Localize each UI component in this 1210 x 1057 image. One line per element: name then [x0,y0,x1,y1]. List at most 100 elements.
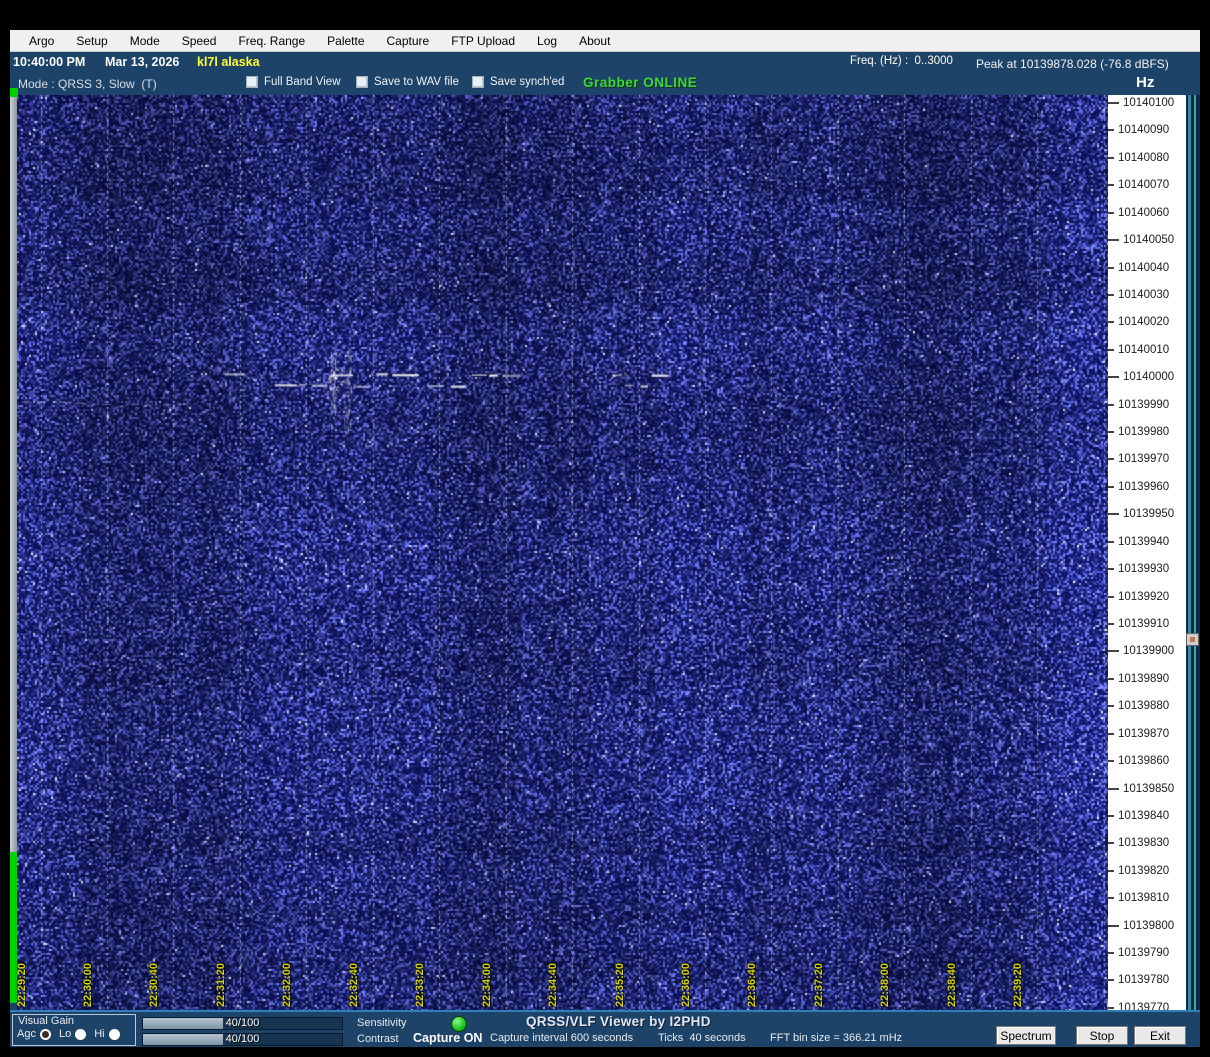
freq-tick-label: 10139940 [1118,535,1170,548]
freq-scale-row: 10139940 [1108,535,1186,549]
contrast-label: Contrast [357,1033,399,1045]
waterfall-wrap: 22:29:20 22:30:00 22:30:40 22:31:20 22:32:00… [15,95,1108,1010]
contrast-value: 40/100 [225,1033,260,1045]
freq-tick-label: 10139790 [1118,947,1170,960]
level-indicator-idle [10,97,17,852]
freq-tick-mark [1108,184,1114,187]
freq-scale-row: 10140090 [1108,123,1186,137]
spectrum-button[interactable]: Spectrum [996,1026,1056,1045]
freq-tick-label: 10139880 [1118,700,1170,713]
frequency-slider-track[interactable] [1186,95,1200,1010]
freq-tick-label: 10140030 [1118,288,1170,301]
stop-button[interactable]: Stop [1076,1026,1128,1045]
freq-scale-row: 10139800 [1108,919,1186,933]
radio-hi[interactable] [108,1028,120,1040]
time-tick-label: 22:38:00 [879,962,892,1007]
time-tick-label: 22:37:20 [812,962,825,1007]
time-tick-label: 22:32:00 [281,962,294,1007]
app-title: QRSS/VLF Viewer by I2PHD [526,1014,711,1029]
scanline-marker [10,88,18,97]
freq-tick-label: 10139890 [1118,672,1170,685]
freq-tick-mark [1108,897,1114,900]
freq-tick-label: 10140040 [1118,261,1170,274]
menu-item-argo[interactable]: Argo [18,32,65,50]
radio-lo[interactable] [75,1028,87,1040]
freq-tick-label: 10139990 [1118,398,1170,411]
date-readout: Mar 13, 2026 [105,55,180,69]
menu-item-palette[interactable]: Palette [316,32,375,50]
checkbox-full-band-view[interactable] [246,76,258,88]
freq-tick-label: 10139870 [1118,727,1170,740]
waterfall-display[interactable] [17,95,1108,1010]
freq-scale-row: 10139950 [1108,507,1186,521]
sensitivity-slider[interactable]: 40/100 [142,1017,343,1030]
freq-scale-row: 10139890 [1108,672,1186,686]
checkbox-group-item: Save to WAV file [356,76,459,88]
checkbox-label: Full Band View [264,76,341,88]
menu-item-freq-range[interactable]: Freq. Range [227,32,316,50]
freq-scale-row: 10139880 [1108,699,1186,713]
freq-tick-mark [1108,732,1114,735]
time-tick-label: 22:30:00 [81,962,94,1007]
freq-tick-mark [1108,924,1119,927]
freq-tick-label: 10140070 [1118,179,1170,192]
menu-item-setup[interactable]: Setup [65,32,118,50]
time-tick-label: 22:34:40 [547,962,560,1007]
grabber-status: Grabber ONLINE [583,75,698,90]
freq-tick-label: 10139850 [1123,782,1175,795]
argo-window: Argo Setup Mode Speed Freq. Range Palette Capt… [10,30,1200,1047]
freq-tick-mark [1108,211,1114,214]
freq-tick-mark [1108,376,1119,379]
visual-gain-groupbox: Visual Gain Agc Lo Hi [12,1014,136,1046]
level-indicator-bar [10,95,17,1010]
radio-label-lo: Lo [58,1028,72,1040]
menu-bar: Argo Setup Mode Speed Freq. Range Palette Capt… [10,30,1200,52]
checkbox-label: Save synch'ed [490,76,565,88]
freq-scale-row: 10140070 [1108,178,1186,192]
time-tick-label: 22:30:40 [148,962,161,1007]
frequency-slider-thumb[interactable] [1186,633,1199,646]
freq-scale-row: 10140030 [1108,288,1186,302]
checkbox-group-item: Full Band View [246,76,341,88]
freq-tick-mark [1108,595,1114,598]
freq-scale-row: 10139860 [1108,754,1186,768]
radio-agc[interactable] [39,1028,51,1040]
freq-scale-row: 10140000 [1108,370,1186,384]
time-tick-label: 22:29:20 [15,962,28,1007]
mode-label: Mode : QRSS 3, Slow (T) [18,77,157,91]
freq-tick-mark [1108,1006,1114,1009]
contrast-slider[interactable]: 40/100 [142,1033,343,1046]
peak-readout: Peak at 10139878.028 (-76.8 dBFS) [976,57,1169,71]
mode-row: Mode : QRSS 3, Slow (T) Full Band View Sa… [10,72,1200,95]
title-row: 10:40:00 PM Mar 13, 2026 kl7l alaska Fre… [10,52,1200,72]
menu-item-about[interactable]: About [568,32,621,50]
freq-tick-label: 10139840 [1118,809,1170,822]
freq-scale-row: 10139900 [1108,644,1186,658]
exit-button[interactable]: Exit [1134,1026,1186,1045]
main-area: 22:29:20 22:30:00 22:30:40 22:31:20 22:32:00… [10,95,1200,1010]
freq-scale-row: 10140040 [1108,261,1186,275]
menu-item-ftp-upload[interactable]: FTP Upload [440,32,526,50]
time-tick-label: 22:36:40 [746,962,759,1007]
time-tick-label: 22:35:20 [613,962,626,1007]
freq-tick-mark [1108,403,1114,406]
freq-tick-mark [1108,458,1114,461]
menu-item-log[interactable]: Log [526,32,568,50]
menu-item-mode[interactable]: Mode [119,32,171,50]
freq-tick-mark [1108,952,1114,955]
fft-bin-label: FFT bin size = 366.21 mHz [770,1032,903,1044]
freq-scale-row: 10139930 [1108,562,1186,576]
capture-interval-label: Capture interval 600 seconds [490,1032,634,1044]
freq-tick-mark [1108,540,1114,543]
freq-tick-mark [1108,239,1119,242]
menu-item-capture[interactable]: Capture [376,32,441,50]
checkbox-group-item: Save synch'ed [472,76,564,88]
menu-item-speed[interactable]: Speed [171,32,228,50]
freq-scale-row: 10139770 [1108,1001,1186,1010]
frequency-scale: 10140100 10140090 10140080 10140070 10140060… [1108,95,1186,1010]
freq-range-readout: Freq. (Hz) : 0..3000 [850,55,953,67]
checkbox-save-to-wav-file[interactable] [356,76,368,88]
freq-scale-row: 10140100 [1108,96,1186,110]
checkbox-save-synch-ed[interactable] [472,76,484,88]
sensitivity-label: Sensitivity [357,1017,407,1029]
